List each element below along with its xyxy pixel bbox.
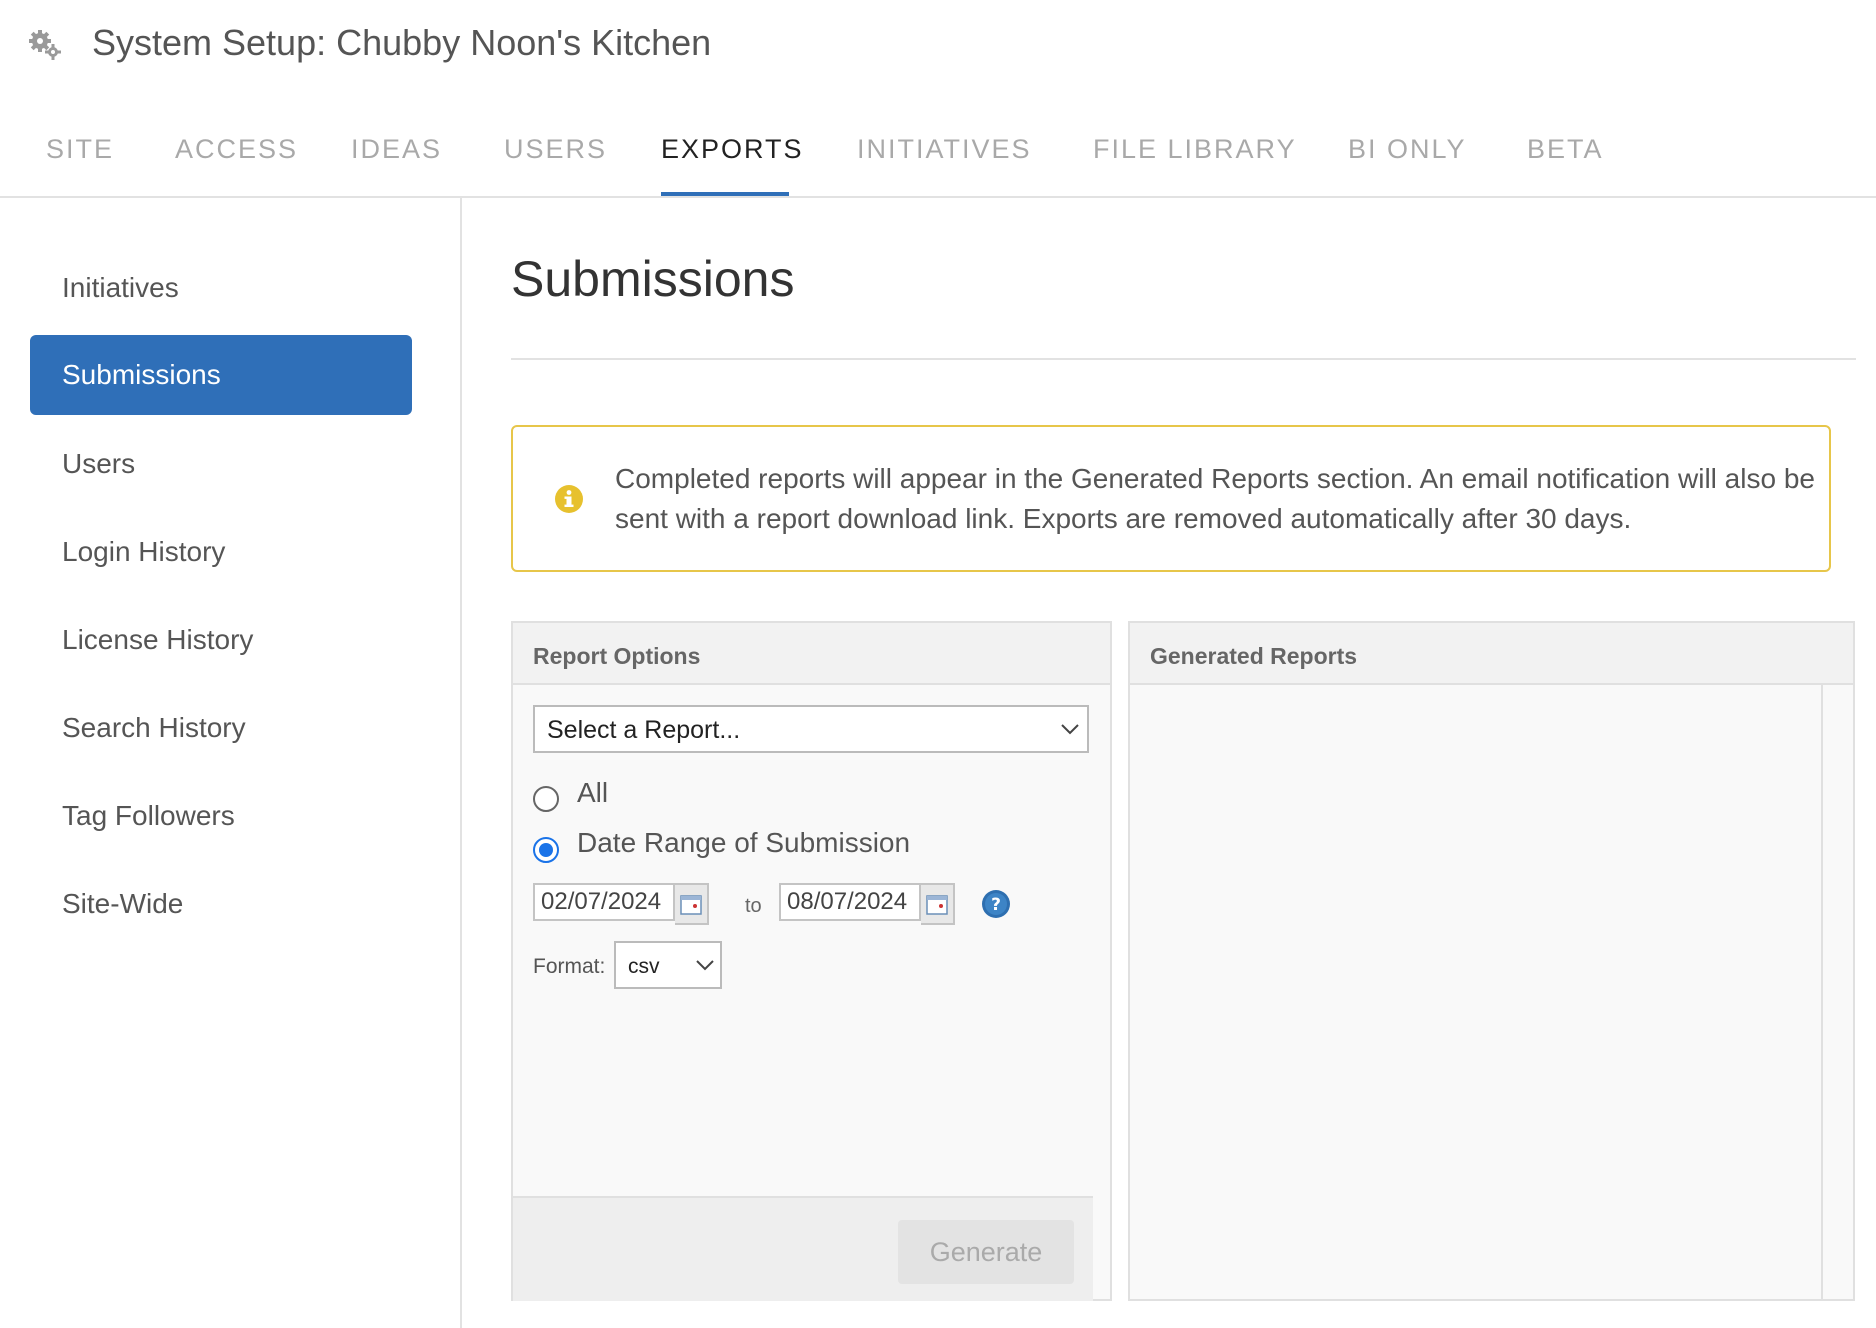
report-select-value: Select a Report... [547,716,741,744]
top-tabs: SITE ACCESS IDEAS USERS EXPORTS INITIATI… [0,116,1876,198]
tab-exports[interactable]: EXPORTS [661,134,804,165]
sidebar-item-submissions[interactable]: Submissions [30,335,412,415]
sidebar: Initiatives Submissions Users Login Hist… [0,198,462,1328]
generate-button[interactable]: Generate [898,1220,1074,1284]
tab-initiatives[interactable]: INITIATIVES [857,134,1032,165]
report-options-panel: Report Options Select a Report... All Da… [511,621,1112,1301]
sidebar-item-initiatives[interactable]: Initiatives [30,248,412,328]
tab-file-library[interactable]: FILE LIBRARY [1093,134,1297,165]
page-header: System Setup: Chubby Noon's Kitchen [0,0,1876,90]
chevron-down-icon [1061,724,1079,735]
calendar-icon [926,895,948,915]
notice-text: Completed reports will appear in the Gen… [615,463,1815,534]
generate-button-label: Generate [929,1237,1043,1267]
tab-access[interactable]: ACCESS [175,134,298,165]
generated-reports-panel: Generated Reports [1128,621,1855,1301]
scrollbar[interactable] [1821,685,1853,1299]
radio-all[interactable] [533,786,559,812]
help-icon[interactable]: ? [981,889,1011,919]
tab-ideas[interactable]: IDEAS [351,134,442,165]
svg-text:?: ? [991,895,1001,915]
tab-bi-only[interactable]: BI ONLY [1348,134,1467,165]
divider [511,358,1856,360]
sidebar-item-license-history[interactable]: License History [30,600,412,680]
radio-all-label: All [577,777,609,808]
info-notice: Completed reports will appear in the Gen… [511,425,1831,572]
gears-icon [29,30,61,60]
report-options-heading: Report Options [533,643,701,669]
tab-users[interactable]: USERS [504,134,607,165]
page-header-title: System Setup: Chubby Noon's Kitchen [92,22,712,63]
date-from-input[interactable]: 02/07/2024 [533,883,675,921]
tab-site[interactable]: SITE [46,134,114,165]
report-options-header: Report Options [513,623,1110,685]
page-title: Submissions [511,251,795,307]
sidebar-item-login-history[interactable]: Login History [30,512,412,592]
generated-reports-heading: Generated Reports [1150,643,1358,669]
sidebar-item-search-history[interactable]: Search History [30,688,412,768]
generated-reports-header: Generated Reports [1130,623,1853,685]
format-label: Format: [533,955,606,978]
active-tab-indicator [661,192,789,196]
format-select-value: csv [628,955,660,978]
report-options-footer: Generate [513,1196,1093,1301]
sidebar-item-site-wide[interactable]: Site-Wide [30,864,412,944]
format-select[interactable]: csv [614,941,722,989]
info-icon [555,485,583,513]
sidebar-item-tag-followers[interactable]: Tag Followers [30,776,412,856]
to-label: to [745,895,762,917]
tab-beta[interactable]: BETA [1527,134,1604,165]
calendar-from-button[interactable] [675,883,709,925]
calendar-icon [680,895,702,915]
radio-date-range-label: Date Range of Submission [577,827,911,858]
chevron-down-icon [696,960,714,971]
calendar-to-button[interactable] [921,883,955,925]
date-to-input[interactable]: 08/07/2024 [779,883,921,921]
report-select[interactable]: Select a Report... [533,705,1089,753]
date-to-value: 08/07/2024 [787,888,908,915]
date-from-value: 02/07/2024 [541,888,662,915]
radio-date-range[interactable] [533,837,559,863]
sidebar-item-users[interactable]: Users [30,424,412,504]
